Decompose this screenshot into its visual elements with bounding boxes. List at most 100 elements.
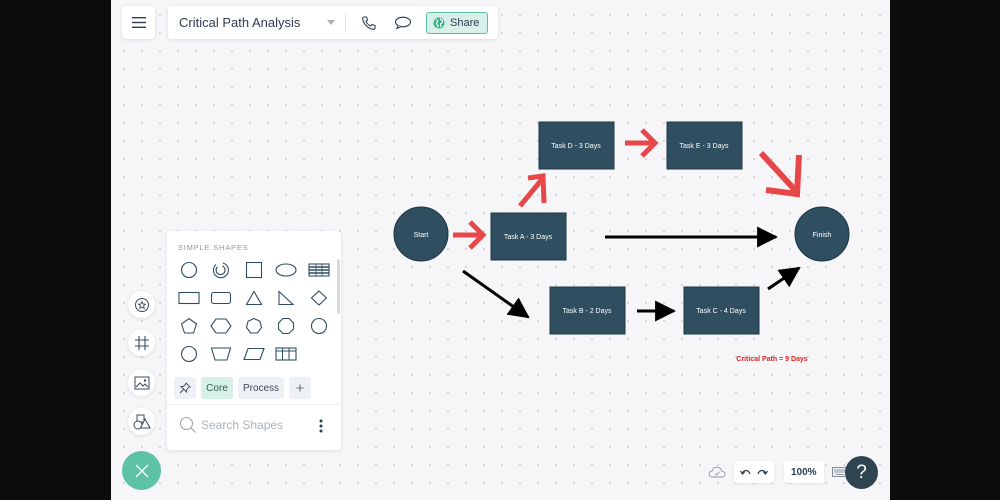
- shape-rectangle[interactable]: [176, 287, 202, 309]
- shape-ellipse[interactable]: [273, 259, 299, 281]
- shape-decagon[interactable]: [306, 315, 332, 337]
- panel-scrollbar[interactable]: [337, 259, 340, 314]
- shape-pentagon[interactable]: [176, 315, 202, 337]
- tab-core[interactable]: Core: [201, 377, 233, 399]
- call-button[interactable]: [358, 12, 380, 34]
- pentagon-shape-icon: [180, 317, 198, 334]
- more-options-button[interactable]: [319, 419, 323, 438]
- share-label: Share: [450, 16, 480, 29]
- panel-header: SIMPLE SHAPES: [178, 243, 249, 252]
- shape-rounded-rectangle[interactable]: [208, 287, 234, 309]
- edge-task-c-finish[interactable]: [767, 266, 801, 291]
- node-task-b-label: Task B - 2 Days: [562, 308, 612, 315]
- node-task-d-label: Task D - 3 Days: [551, 143, 601, 150]
- node-start-label: Start: [414, 232, 429, 239]
- kebab-menu-icon: [319, 419, 323, 433]
- frame-icon: [134, 335, 149, 350]
- shape-diamond[interactable]: [306, 287, 332, 309]
- sticker-button[interactable]: [128, 291, 155, 318]
- canvas[interactable]: Start Task A - 3 Days Task D - 3 Days Ta…: [111, 0, 890, 500]
- shape-trapezoid[interactable]: [208, 343, 234, 365]
- node-task-c[interactable]: Task C - 4 Days: [683, 286, 760, 335]
- image-button[interactable]: [128, 369, 155, 396]
- circle-shape-icon: [180, 345, 198, 363]
- diamond-shape-icon: [310, 290, 328, 306]
- pin-icon: [179, 382, 191, 394]
- edge-start-task-b[interactable]: [462, 269, 530, 319]
- shape-right-triangle[interactable]: [273, 287, 299, 309]
- share-button[interactable]: Share: [426, 11, 489, 34]
- bottom-toolbar: 100%: [708, 461, 848, 483]
- node-task-b[interactable]: Task B - 2 Days: [549, 286, 626, 335]
- shape-heptagon[interactable]: [241, 315, 267, 337]
- node-start[interactable]: Start: [393, 206, 449, 262]
- node-task-a[interactable]: Task A - 3 Days: [490, 212, 567, 261]
- hamburger-icon: [131, 17, 146, 28]
- shape-table-grid[interactable]: [273, 343, 299, 365]
- decagon-shape-icon: [310, 317, 328, 335]
- search-shapes: [179, 416, 321, 434]
- shapes-panel: SIMPLE SHAPES Core Process + Search Shap…: [167, 231, 341, 450]
- hexagon-shape-icon: [210, 318, 232, 334]
- shape-parallelogram[interactable]: [241, 343, 267, 365]
- node-task-d[interactable]: Task D - 3 Days: [538, 121, 615, 170]
- heptagon-shape-icon: [245, 317, 263, 334]
- node-task-a-label: Task A - 3 Days: [504, 234, 553, 241]
- comment-icon: [394, 16, 412, 30]
- shapes-button[interactable]: [128, 408, 155, 435]
- ellipse-shape-icon: [275, 263, 297, 277]
- shape-octagon[interactable]: [273, 315, 299, 337]
- comment-button[interactable]: [392, 12, 414, 34]
- shape-triangle[interactable]: [241, 287, 267, 309]
- cloud-saved-icon: [708, 466, 726, 478]
- circle-shape-icon: [180, 261, 198, 279]
- shape-circle-2[interactable]: [176, 343, 202, 365]
- edge-task-e-finish[interactable]: [758, 150, 802, 198]
- donut-shape-icon: [212, 262, 229, 279]
- table-grid-icon: [275, 347, 297, 361]
- shape-table-striped[interactable]: [306, 259, 332, 281]
- search-shapes-input[interactable]: [201, 418, 321, 432]
- rounded-rectangle-icon: [210, 291, 232, 305]
- node-finish-label: Finish: [813, 232, 832, 239]
- add-tab-button[interactable]: +: [289, 377, 311, 399]
- pin-button[interactable]: [174, 377, 196, 399]
- edge-task-d-task-e[interactable]: [625, 128, 659, 158]
- node-task-c-label: Task C - 4 Days: [696, 308, 746, 315]
- topbar-divider: [345, 13, 346, 32]
- edge-task-a-task-d[interactable]: [518, 173, 547, 208]
- triangle-shape-icon: [245, 290, 263, 306]
- critical-path-annotation[interactable]: Critical Path = 9 Days: [736, 356, 808, 363]
- top-bar: Critical Path Analysis Share: [168, 6, 498, 39]
- shape-circle[interactable]: [176, 259, 202, 281]
- redo-button[interactable]: [757, 468, 768, 477]
- globe-icon: [433, 17, 445, 28]
- edge-start-task-a[interactable]: [453, 220, 487, 250]
- trapezoid-shape-icon: [210, 347, 232, 361]
- shape-square[interactable]: [241, 259, 267, 281]
- search-icon: [179, 416, 196, 433]
- zoom-level[interactable]: 100%: [784, 467, 824, 478]
- close-panel-button[interactable]: [122, 451, 161, 490]
- shape-donut[interactable]: [208, 259, 234, 281]
- parallelogram-shape-icon: [243, 347, 265, 361]
- rectangle-shape-icon: [178, 291, 200, 305]
- menu-button[interactable]: [122, 6, 155, 39]
- undo-redo-group: [734, 461, 774, 483]
- node-task-e[interactable]: Task E - 3 Days: [666, 121, 743, 170]
- help-button[interactable]: ?: [845, 456, 878, 489]
- title-dropdown-caret-icon[interactable]: [327, 20, 335, 25]
- shape-hexagon[interactable]: [208, 315, 234, 337]
- undo-icon: [740, 469, 751, 475]
- frame-button[interactable]: [128, 329, 155, 356]
- document-title[interactable]: Critical Path Analysis: [179, 15, 319, 30]
- node-finish[interactable]: Finish: [794, 206, 850, 262]
- image-icon: [134, 376, 149, 389]
- tab-process[interactable]: Process: [238, 377, 284, 399]
- cloud-save-status[interactable]: [708, 466, 726, 478]
- undo-button[interactable]: [740, 468, 751, 477]
- phone-icon: [362, 15, 376, 30]
- redo-icon: [757, 469, 768, 475]
- square-shape-icon: [245, 261, 263, 279]
- shapes-icon: [133, 414, 151, 429]
